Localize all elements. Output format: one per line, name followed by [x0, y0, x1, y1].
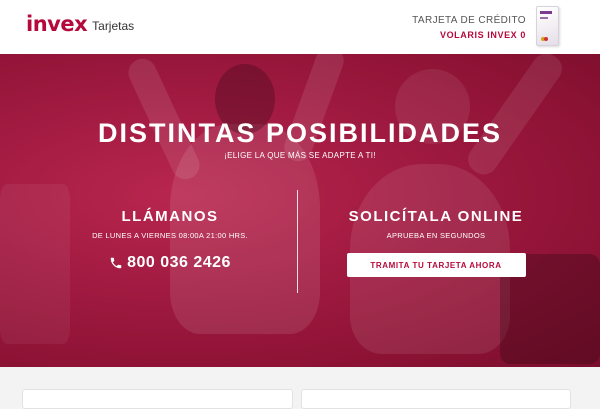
online-section: SOLICÍTALA ONLINE APRUEBA EN SEGUNDOS TR…	[330, 207, 542, 277]
phone-number: 800 036 2426	[127, 254, 231, 271]
call-section: LLÁMANOS DE LUNES A VIERNES 08:00A 21:00…	[60, 207, 280, 272]
content-panel-right	[301, 389, 571, 409]
content-area	[0, 367, 600, 409]
logo-wordmark: invex	[26, 12, 88, 36]
logo-subtitle: Tarjetas	[92, 19, 135, 33]
hero-subtitle: ¡ELIGE LA QUE MÁS SE ADAPTE A TI!	[224, 151, 376, 160]
hero-banner: DISTINTAS POSIBILIDADES ¡ELIGE LA QUE MÁ…	[0, 54, 600, 367]
content-panel-left	[22, 389, 293, 409]
online-subtitle: APRUEBA EN SEGUNDOS	[386, 231, 486, 240]
card-promo-link[interactable]: TARJETA DE CRÉDITO VOLARIS INVEX 0	[412, 14, 526, 42]
call-hours: DE LUNES A VIERNES 08:00A 21:00 HRS.	[92, 231, 248, 240]
phone-icon	[110, 257, 122, 269]
site-header: invex Tarjetas TARJETA DE CRÉDITO VOLARI…	[0, 0, 600, 54]
credit-card-image[interactable]	[536, 6, 559, 46]
card-promo-label: TARJETA DE CRÉDITO	[412, 15, 526, 26]
online-title: SOLICÍTALA ONLINE	[348, 208, 524, 225]
phone-link[interactable]: 800 036 2426	[60, 254, 280, 272]
section-divider	[297, 190, 298, 293]
call-title: LLÁMANOS	[121, 208, 219, 225]
hero-title: DISTINTAS POSIBILIDADES	[97, 118, 503, 148]
invex-logo[interactable]: invex Tarjetas	[26, 12, 134, 36]
apply-card-button[interactable]: TRAMITA TU TARJETA AHORA	[346, 253, 526, 277]
card-promo-name: VOLARIS INVEX 0	[439, 30, 526, 40]
